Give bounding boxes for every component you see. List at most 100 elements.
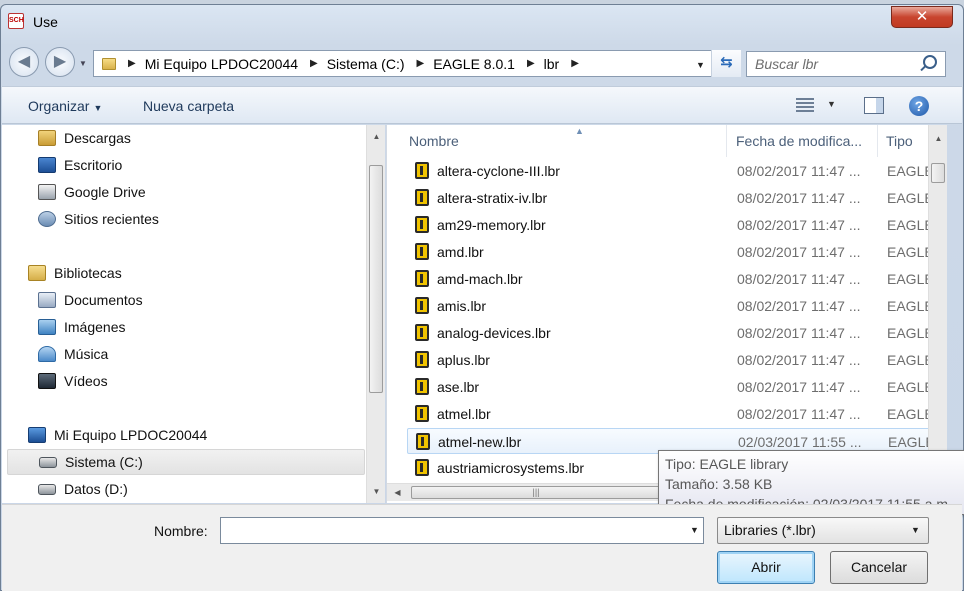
nav-item-music[interactable]: Música <box>38 341 108 367</box>
scroll-up-arrow-icon[interactable]: ▲ <box>930 130 947 147</box>
file-type-select[interactable]: Libraries (*.lbr) ▼ <box>717 517 929 544</box>
file-row[interactable]: altera-stratix-iv.lbr 08/02/2017 11:47 ..… <box>407 185 947 211</box>
eagle-library-icon <box>415 243 429 260</box>
forward-arrow-icon: ▶ <box>53 53 67 70</box>
navigation-pane: Descargas Escritorio Google Drive Sitios… <box>2 125 385 503</box>
new-folder-button[interactable]: Nueva carpeta <box>143 98 234 114</box>
column-header-name[interactable]: Nombre ▲ <box>401 125 727 157</box>
organize-menu[interactable]: Organizar ▼ <box>28 98 102 114</box>
file-scroll-thumb[interactable] <box>931 163 945 183</box>
tooltip-size: Tamaño: 3.58 KB <box>665 476 773 492</box>
hard-drive-icon <box>39 456 57 468</box>
recent-places-icon <box>38 211 56 227</box>
forward-button[interactable]: ▶ <box>45 47 75 77</box>
nav-item-google-drive[interactable]: Google Drive <box>38 179 146 205</box>
videos-icon <box>38 373 56 389</box>
breadcrumb-system[interactable]: Sistema (C:) ▶ <box>327 56 434 72</box>
scroll-up-arrow-icon[interactable]: ▲ <box>368 128 385 145</box>
eagle-library-icon <box>415 162 429 179</box>
breadcrumb-lbr[interactable]: lbr ▶ <box>544 56 588 72</box>
file-row[interactable]: aplus.lbr 08/02/2017 11:47 ... EAGLE <box>407 347 947 373</box>
address-dropdown[interactable]: ▼ <box>696 60 705 70</box>
cancel-button[interactable]: Cancelar <box>830 551 928 584</box>
file-row[interactable]: amd-mach.lbr 08/02/2017 11:47 ... EAGLE <box>407 266 947 292</box>
file-row[interactable]: altera-cyclone-III.lbr 08/02/2017 11:47 .… <box>407 158 947 184</box>
nav-item-libraries[interactable]: Bibliotecas <box>28 260 122 286</box>
window-title: Use <box>33 14 58 30</box>
folder-icon <box>102 57 116 70</box>
back-arrow-icon: ◀ <box>17 53 31 70</box>
eagle-library-icon <box>415 324 429 341</box>
back-button[interactable]: ◀ <box>9 47 39 77</box>
eagle-library-icon <box>415 378 429 395</box>
horizontal-scroll-thumb[interactable]: ||| <box>411 486 661 499</box>
dialog-footer: Nombre: ▼ Libraries (*.lbr) ▼ Abrir Canc… <box>2 504 962 591</box>
file-row[interactable]: atmel.lbr 08/02/2017 11:47 ... EAGLE <box>407 401 947 427</box>
nav-item-computer[interactable]: Mi Equipo LPDOC20044 <box>28 422 207 448</box>
file-list-pane: Nombre ▲ Fecha de modifica... Tipo altera… <box>386 125 947 503</box>
file-list-scrollbar[interactable]: ▲ <box>928 125 947 503</box>
filename-label: Nombre: <box>154 523 208 539</box>
nav-item-desktop[interactable]: Escritorio <box>38 152 122 178</box>
close-button[interactable]: ✕ <box>891 6 953 28</box>
search-icon[interactable] <box>923 55 937 69</box>
nav-item-data-d[interactable]: Datos (D:) <box>38 476 128 502</box>
pictures-icon <box>38 319 56 335</box>
eagle-library-icon <box>416 433 430 450</box>
file-row[interactable]: ase.lbr 08/02/2017 11:47 ... EAGLE <box>407 374 947 400</box>
filename-dropdown-icon[interactable]: ▼ <box>690 525 699 535</box>
nav-item-recent-places[interactable]: Sitios recientes <box>38 206 159 232</box>
sort-ascending-icon: ▲ <box>575 126 584 136</box>
file-row[interactable]: am29-memory.lbr 08/02/2017 11:47 ... EAGLE <box>407 212 947 238</box>
search-box[interactable] <box>746 51 946 77</box>
nav-scrollbar[interactable]: ▲ ▼ <box>366 125 385 503</box>
recent-locations-dropdown[interactable]: ▼ <box>79 59 87 68</box>
breadcrumb-computer[interactable]: Mi Equipo LPDOC20044 ▶ <box>145 56 327 72</box>
horizontal-scrollbar[interactable]: ◀ ||| <box>387 483 667 501</box>
app-icon: SCH <box>8 13 24 29</box>
breadcrumb-eagle[interactable]: EAGLE 8.0.1 ▶ <box>433 56 543 72</box>
open-file-dialog: SCH Use ✕ ◀ ▶ ▼ ▶ Mi Equipo LPDOC20044 ▶ … <box>0 4 964 591</box>
nav-item-system-c[interactable]: Sistema (C:) <box>7 449 365 475</box>
filename-input[interactable] <box>221 518 681 543</box>
nav-item-downloads[interactable]: Descargas <box>38 125 131 151</box>
breadcrumb-root-arrow[interactable]: ▶ <box>116 58 145 69</box>
file-type-dropdown-icon: ▼ <box>911 525 920 535</box>
command-toolbar: Organizar ▼ Nueva carpeta ▼ ? <box>2 86 962 124</box>
eagle-library-icon <box>415 405 429 422</box>
downloads-icon <box>38 130 56 146</box>
tooltip-type: Tipo: EAGLE library <box>665 456 789 472</box>
scroll-left-arrow-icon[interactable]: ◀ <box>389 484 406 501</box>
preview-pane-icon[interactable] <box>864 97 884 114</box>
google-drive-icon <box>38 184 56 200</box>
search-input[interactable] <box>747 52 912 76</box>
file-row[interactable]: analog-devices.lbr 08/02/2017 11:47 ... EA… <box>407 320 947 346</box>
nav-item-pictures[interactable]: Imágenes <box>38 314 125 340</box>
column-header-date[interactable]: Fecha de modifica... <box>728 125 878 157</box>
hard-drive-icon <box>38 483 56 495</box>
view-options-icon[interactable] <box>796 98 814 112</box>
eagle-library-icon <box>415 216 429 233</box>
file-row[interactable]: amis.lbr 08/02/2017 11:47 ... EAGLE <box>407 293 947 319</box>
eagle-library-icon <box>415 297 429 314</box>
file-row[interactable]: amd.lbr 08/02/2017 11:47 ... EAGLE <box>407 239 947 265</box>
eagle-library-icon <box>415 189 429 206</box>
view-dropdown[interactable]: ▼ <box>827 99 836 109</box>
scroll-down-arrow-icon[interactable]: ▼ <box>368 483 385 500</box>
nav-item-videos[interactable]: Vídeos <box>38 368 108 394</box>
chevron-right-icon: ▶ <box>571 58 579 69</box>
chevron-right-icon: ▶ <box>128 58 136 69</box>
filename-combobox[interactable]: ▼ <box>220 517 704 544</box>
eagle-library-icon <box>415 351 429 368</box>
chevron-right-icon: ▶ <box>526 58 535 69</box>
nav-item-documents[interactable]: Documentos <box>38 287 143 313</box>
caret-down-icon: ▼ <box>93 103 103 113</box>
chevron-right-icon: ▶ <box>310 58 318 69</box>
open-button[interactable]: Abrir <box>717 551 815 584</box>
libraries-icon <box>28 265 46 281</box>
address-bar[interactable]: ▶ Mi Equipo LPDOC20044 ▶ Sistema (C:) ▶ EA… <box>93 50 741 77</box>
nav-scroll-thumb[interactable] <box>369 165 383 393</box>
desktop-icon <box>38 157 56 173</box>
refresh-button[interactable]: ⇆ <box>711 50 741 77</box>
help-icon[interactable]: ? <box>909 96 929 116</box>
